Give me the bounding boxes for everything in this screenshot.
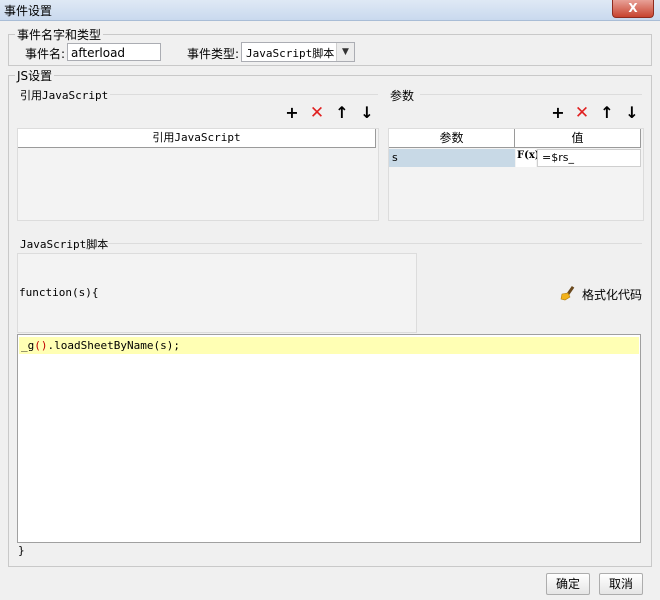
- js-group-legend: JS设置: [15, 67, 55, 84]
- code-token-prefix: _g: [21, 339, 35, 352]
- ref-js-down-button[interactable]: ↓: [358, 104, 376, 122]
- arrow-up-icon: ↑: [600, 103, 614, 122]
- params-section-label: 参数: [390, 89, 415, 103]
- event-type-label: 事件类型:: [187, 47, 240, 61]
- param-name-cell[interactable]: s: [389, 149, 515, 167]
- window-title: 事件设置: [4, 4, 53, 18]
- table-row[interactable]: s F(x) =$rs_: [389, 149, 641, 168]
- event-group-legend: 事件名字和类型: [15, 26, 104, 43]
- ok-button[interactable]: 确定: [546, 573, 590, 595]
- ref-js-table[interactable]: 引用JavaScript: [17, 128, 379, 221]
- event-type-value: JavaScript脚本: [246, 47, 335, 60]
- params-delete-button[interactable]: ✕: [573, 104, 591, 122]
- ref-js-delete-button[interactable]: ✕: [308, 104, 326, 122]
- code-token-call: .loadSheetByName(s);: [47, 339, 180, 352]
- broom-icon: [560, 285, 576, 301]
- delete-icon: ✕: [574, 103, 590, 123]
- event-name-type-group: 事件名字和类型 事件名: afterload 事件类型: JavaScript脚…: [8, 26, 652, 66]
- params-column-param[interactable]: 参数: [389, 129, 515, 148]
- params-add-button[interactable]: +: [549, 104, 567, 122]
- ref-js-column-header[interactable]: 引用JavaScript: [18, 129, 376, 148]
- params-down-button[interactable]: ↓: [623, 104, 641, 122]
- plus-icon: +: [551, 103, 565, 122]
- cancel-button[interactable]: 取消: [599, 573, 643, 595]
- chevron-down-icon[interactable]: ▼: [336, 43, 354, 61]
- script-section-label: JavaScript脚本: [20, 238, 109, 251]
- params-up-button[interactable]: ↑: [598, 104, 616, 122]
- arrow-down-icon: ↓: [360, 103, 374, 122]
- event-name-label: 事件名:: [25, 47, 66, 61]
- format-code-label: 格式化代码: [582, 288, 643, 302]
- plus-icon: +: [285, 103, 299, 122]
- code-editor[interactable]: _g().loadSheetByName(s);: [17, 334, 641, 543]
- code-token-parens: (): [34, 339, 48, 352]
- event-type-select[interactable]: JavaScript脚本 ▼: [241, 42, 355, 62]
- delete-icon: ✕: [309, 103, 325, 123]
- function-signature: function(s){: [19, 286, 99, 299]
- code-line[interactable]: _g().loadSheetByName(s);: [21, 338, 180, 353]
- arrow-down-icon: ↓: [625, 103, 639, 122]
- window-titlebar: 事件设置 X: [0, 0, 660, 21]
- event-name-input[interactable]: afterload: [67, 43, 161, 61]
- function-signature-panel: function(s){: [17, 253, 417, 333]
- params-table[interactable]: 参数 值 s F(x) =$rs_: [388, 128, 644, 221]
- ref-js-section-label: 引用JavaScript: [20, 89, 109, 102]
- script-separator: [106, 243, 642, 244]
- ref-js-up-button[interactable]: ↑: [333, 104, 351, 122]
- params-column-value[interactable]: 值: [515, 129, 641, 148]
- arrow-up-icon: ↑: [335, 103, 349, 122]
- closing-brace: }: [18, 544, 25, 557]
- params-separator: [420, 94, 642, 95]
- ref-js-add-button[interactable]: +: [283, 104, 301, 122]
- close-button[interactable]: X: [612, 0, 654, 18]
- ref-js-separator: [110, 94, 378, 95]
- formula-icon[interactable]: F(x): [516, 149, 540, 167]
- param-value-cell[interactable]: =$rs_: [537, 149, 641, 167]
